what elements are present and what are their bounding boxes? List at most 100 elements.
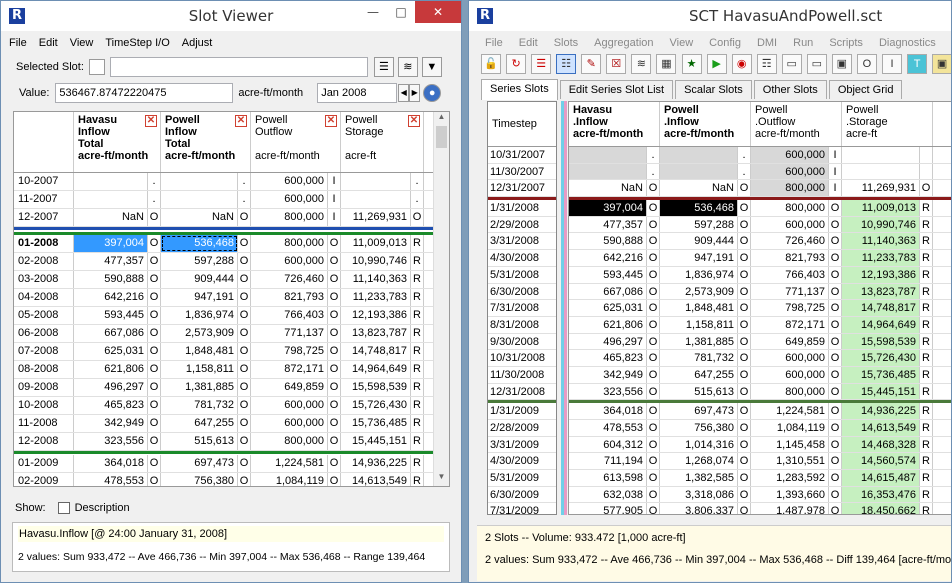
value-cell[interactable]: 597,288	[660, 216, 738, 233]
timestep-row[interactable]: 5/31/2008	[488, 267, 556, 284]
value-cell[interactable]: 872,171	[251, 361, 328, 378]
value-cell[interactable]	[161, 173, 238, 190]
tab-object-grid[interactable]: Object Grid	[828, 80, 903, 99]
value-cell[interactable]: 515,613	[161, 433, 238, 450]
value-cell[interactable]: 821,793	[751, 250, 829, 266]
value-cell[interactable]: 771,137	[251, 325, 328, 342]
timestep-cell[interactable]: 09-2008	[14, 379, 74, 396]
value-cell[interactable]: 14,936,225	[842, 403, 920, 419]
value-cell[interactable]: 14,748,817	[341, 343, 411, 360]
value-cell[interactable]: 478,553	[74, 473, 148, 486]
plot-icon[interactable]: ≋	[631, 54, 652, 74]
value-cell[interactable]: 766,403	[751, 266, 829, 283]
value-cell[interactable]: 600,000	[751, 163, 829, 180]
value-cell[interactable]: 13,823,787	[842, 283, 920, 300]
value-cell[interactable]: 477,357	[569, 216, 647, 233]
timestep-row[interactable]: 12/31/2007	[488, 180, 556, 198]
grid-icon[interactable]: ☷	[556, 54, 577, 74]
value-cell[interactable]: 667,086	[74, 325, 148, 342]
value-cell[interactable]: 11,269,931	[842, 180, 920, 197]
value-cell[interactable]: 18,450,662	[842, 503, 920, 514]
filter-icon[interactable]: ☰	[531, 54, 552, 74]
timestep-cell[interactable]: 12-2008	[14, 433, 74, 450]
object-icon[interactable]: O	[856, 54, 877, 74]
value-cell[interactable]	[842, 163, 920, 180]
value-cell[interactable]: 600,000	[251, 397, 328, 414]
timestep-row[interactable]: 1/31/2009	[488, 403, 556, 420]
value-cell[interactable]: 726,460	[251, 271, 328, 288]
play-icon[interactable]: ▶	[706, 54, 727, 74]
column-header-powell-inflow[interactable]: Powell .Inflow acre-ft/month	[660, 102, 751, 146]
value-cell[interactable]: 726,460	[751, 233, 829, 250]
timestep-row[interactable]: 10/31/2008	[488, 350, 556, 367]
remove-column-icon[interactable]: ✕	[235, 115, 247, 127]
value-cell[interactable]: 632,038	[569, 486, 647, 503]
timestep-cell[interactable]: 11-2007	[14, 191, 74, 208]
date-input[interactable]	[317, 83, 398, 103]
value-cell[interactable]: 1,014,316	[660, 436, 738, 453]
value-cell[interactable]: 10,990,746	[341, 253, 411, 270]
dmi-icon[interactable]: ◉	[731, 54, 752, 74]
value-cell[interactable]: 342,949	[74, 415, 148, 432]
menu-timestep-io[interactable]: TimeStep I/O	[103, 37, 171, 49]
runner-icon[interactable]: ★	[681, 54, 702, 74]
value-cell[interactable]: 478,553	[569, 420, 647, 436]
value-cell[interactable]: 600,000	[251, 415, 328, 432]
value-cell[interactable]: 536,468	[660, 200, 738, 216]
value-cell[interactable]: 15,598,539	[842, 333, 920, 350]
value-cell[interactable]: 323,556	[569, 383, 647, 400]
timestep-cell[interactable]: 02-2008	[14, 253, 74, 270]
value-cell[interactable]: 621,806	[569, 316, 647, 333]
menu-scripts[interactable]: Scripts	[827, 37, 865, 49]
remove-column-icon[interactable]: ✕	[145, 115, 157, 127]
timestep-row[interactable]: 1/31/2008	[488, 200, 556, 217]
value-cell[interactable]: 1,836,974	[660, 266, 738, 283]
value-cell[interactable]: 15,445,151	[842, 383, 920, 400]
value-cell[interactable]: 14,964,649	[842, 316, 920, 333]
value-cell[interactable]: 1,224,581	[251, 455, 328, 472]
value-cell[interactable]: 1,848,481	[161, 343, 238, 360]
close-button[interactable]: ✕	[415, 1, 461, 23]
value-cell[interactable]: 604,312	[569, 436, 647, 453]
column-header-powell-outflow[interactable]: Powell Outflow acre-ft/month ✕	[251, 112, 341, 172]
value-cell[interactable]: 613,598	[569, 470, 647, 486]
value-cell[interactable]: 771,137	[751, 283, 829, 300]
value-cell[interactable]: 496,297	[74, 379, 148, 396]
timestep-row[interactable]: 5/31/2009	[488, 470, 556, 487]
date-next-icon[interactable]: ▶	[409, 84, 421, 102]
timestep-cell[interactable]: 06-2008	[14, 325, 74, 342]
value-cell[interactable]: 593,445	[569, 266, 647, 283]
value-cell[interactable]: 642,216	[569, 250, 647, 266]
value-cell[interactable]: 1,224,581	[751, 403, 829, 419]
value-cell[interactable]	[74, 191, 148, 208]
timestep-cell[interactable]: 04-2008	[14, 289, 74, 306]
value-cell[interactable]: 1,487,978	[751, 503, 829, 514]
value-cell[interactable]	[842, 147, 920, 163]
value-cell[interactable]: 597,288	[161, 253, 238, 270]
tab-series-slots[interactable]: Series Slots	[481, 79, 558, 100]
lock-icon[interactable]: 🔓	[481, 54, 501, 74]
menu-view[interactable]: View	[668, 37, 696, 49]
value-cell[interactable]: 647,255	[660, 366, 738, 383]
menu-edit[interactable]: Edit	[517, 37, 540, 49]
menu-file[interactable]: File	[7, 37, 29, 49]
timestep-cell[interactable]: 10-2008	[14, 397, 74, 414]
timestep-cell[interactable]: 05-2008	[14, 307, 74, 324]
timestep-row[interactable]: 4/30/2008	[488, 250, 556, 267]
value-cell[interactable]: 496,297	[569, 333, 647, 350]
value-cell[interactable]: 798,725	[251, 343, 328, 360]
value-cell[interactable]: 397,004	[569, 200, 647, 216]
value-cell[interactable]: 600,000	[251, 253, 328, 270]
value-cell[interactable]: 642,216	[74, 289, 148, 306]
value-cell[interactable]: 14,613,549	[341, 473, 411, 486]
timestep-row[interactable]: 2/28/2009	[488, 420, 556, 437]
value-cell[interactable]: 1,310,551	[751, 453, 829, 470]
link-icon[interactable]: ↻	[506, 54, 527, 74]
value-cell[interactable]	[161, 191, 238, 208]
column-header-powell-storage[interactable]: Powell Storage acre-ft ✕	[341, 112, 424, 172]
value-cell[interactable]: 1,158,811	[161, 361, 238, 378]
value-cell[interactable]: 600,000	[751, 350, 829, 366]
value-cell[interactable]: 600,000	[251, 191, 328, 208]
value-cell[interactable]: 711,194	[569, 453, 647, 470]
value-cell[interactable]: 397,004	[74, 235, 148, 252]
